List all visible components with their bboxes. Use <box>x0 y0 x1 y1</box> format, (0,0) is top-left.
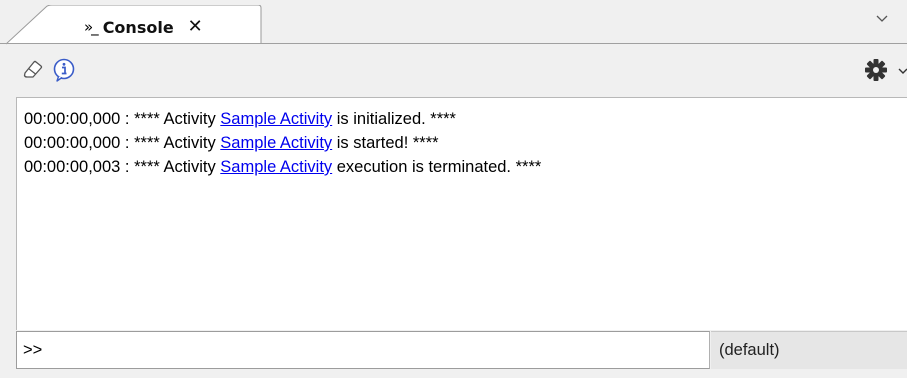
command-input[interactable]: >> <box>16 331 710 369</box>
tab-divider <box>0 43 907 44</box>
console-toolbar <box>0 48 907 92</box>
log-time: 00:00:00,003 <box>24 158 121 176</box>
eraser-icon[interactable] <box>22 58 44 80</box>
context-select-value: (default) <box>719 341 780 359</box>
command-prompt: >> <box>23 341 43 359</box>
tab-content: »_ Console ✕ <box>84 15 203 39</box>
log-time: 00:00:00,000 <box>24 134 121 152</box>
tab-label: Console <box>102 17 174 37</box>
console-output[interactable]: 00:00:00,000 : **** Activity Sample Acti… <box>16 97 907 330</box>
activity-link[interactable]: Sample Activity <box>220 134 332 152</box>
log-prefix: : **** Activity <box>120 110 221 128</box>
log-prefix: : **** Activity <box>120 158 221 176</box>
command-bar: >> (default) <box>16 331 907 369</box>
log-prefix: : **** Activity <box>120 134 221 152</box>
log-line: 00:00:00,000 : **** Activity Sample Acti… <box>24 107 541 131</box>
log-suffix: execution is terminated. **** <box>332 158 542 176</box>
close-icon[interactable]: ✕ <box>188 18 203 36</box>
log-suffix: is started! **** <box>332 134 439 152</box>
console-icon: »_ <box>84 17 99 36</box>
log-line: 00:00:00,003 : **** Activity Sample Acti… <box>24 155 541 179</box>
chevron-down-icon[interactable] <box>898 66 907 76</box>
log-suffix: is initialized. **** <box>332 110 456 128</box>
log-time: 00:00:00,000 <box>24 110 121 128</box>
tab-console[interactable]: »_ Console ✕ <box>6 5 262 45</box>
info-icon[interactable] <box>53 58 77 82</box>
chevron-down-icon[interactable] <box>876 14 888 24</box>
activity-link[interactable]: Sample Activity <box>220 158 332 176</box>
context-select[interactable]: (default) <box>711 331 907 369</box>
log-line: 00:00:00,000 : **** Activity Sample Acti… <box>24 131 541 155</box>
activity-link[interactable]: Sample Activity <box>220 110 332 128</box>
output-lines: 00:00:00,000 : **** Activity Sample Acti… <box>24 107 541 179</box>
tab-strip: »_ Console ✕ <box>0 0 907 45</box>
gear-icon[interactable] <box>863 57 889 83</box>
